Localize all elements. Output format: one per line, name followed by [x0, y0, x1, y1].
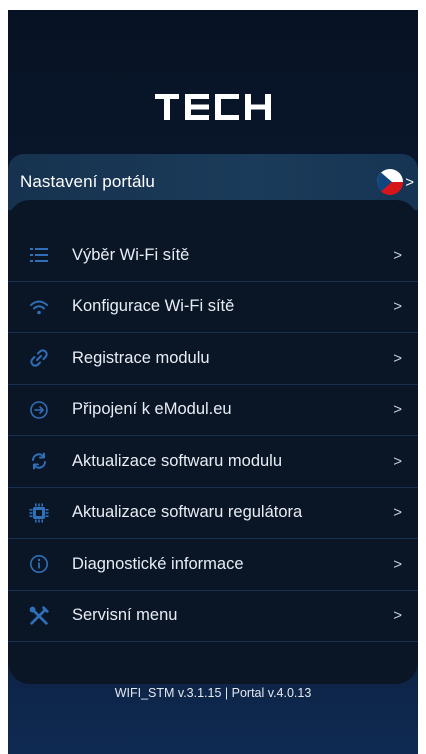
- menu-item-regulator-update[interactable]: Aktualizace softwaru regulátora >: [8, 488, 418, 539]
- portal-settings-title: Nastavení portálu: [20, 172, 155, 191]
- app-screen: Nastavení portálu > Výběr Wi-Fi sítě > K…: [8, 10, 418, 754]
- menu-list: Výběr Wi-Fi sítě > Konfigurace Wi-Fi sít…: [8, 230, 418, 642]
- chevron-right-icon: >: [393, 349, 402, 367]
- menu-card: Výběr Wi-Fi sítě > Konfigurace Wi-Fi sít…: [8, 200, 418, 684]
- arrow-circle-icon: [28, 399, 50, 421]
- menu-item-diagnostics[interactable]: Diagnostické informace >: [8, 539, 418, 591]
- language-selector[interactable]: >: [377, 169, 414, 195]
- tools-icon: [28, 605, 50, 627]
- chevron-right-icon: >: [393, 401, 402, 419]
- menu-item-label: Servisní menu: [72, 606, 178, 625]
- menu-item-label: Registrace modulu: [72, 348, 210, 367]
- tech-logo-icon: [155, 94, 271, 120]
- chevron-right-icon: >: [393, 504, 402, 522]
- menu-item-label: Diagnostické informace: [72, 554, 244, 573]
- list-icon: [28, 244, 50, 266]
- chevron-right-icon: >: [393, 246, 402, 264]
- wifi-icon: [28, 296, 50, 318]
- menu-item-module-registration[interactable]: Registrace modulu >: [8, 333, 418, 385]
- chevron-right-icon: >: [393, 607, 402, 625]
- menu-item-wifi-config[interactable]: Konfigurace Wi-Fi sítě >: [8, 282, 418, 333]
- refresh-icon: [28, 450, 50, 472]
- chip-icon: [28, 502, 50, 524]
- menu-item-label: Aktualizace softwaru regulátora: [72, 503, 303, 522]
- menu-item-service-menu[interactable]: Servisní menu >: [8, 591, 418, 642]
- version-info: WIFI_STM v.3.1.15 | Portal v.4.0.13: [114, 686, 312, 700]
- chevron-right-icon: >: [393, 298, 402, 316]
- info-icon: [28, 553, 50, 575]
- menu-item-emodul-connection[interactable]: Připojení k eModul.eu >: [8, 385, 418, 436]
- chevron-right-icon: >: [393, 452, 402, 470]
- menu-item-label: Konfigurace Wi-Fi sítě: [72, 297, 235, 316]
- chevron-right-icon: >: [393, 555, 402, 573]
- menu-item-wifi-selection[interactable]: Výběr Wi-Fi sítě >: [8, 230, 418, 282]
- menu-item-label: Výběr Wi-Fi sítě: [72, 245, 190, 264]
- menu-item-label: Připojení k eModul.eu: [72, 400, 232, 419]
- menu-item-label: Aktualizace softwaru modulu: [72, 451, 283, 470]
- link-icon: [28, 347, 50, 369]
- tech-logo: [8, 94, 418, 120]
- menu-item-module-update[interactable]: Aktualizace softwaru modulu >: [8, 436, 418, 488]
- chevron-right-icon: >: [405, 173, 414, 191]
- czech-flag-icon: [377, 169, 404, 195]
